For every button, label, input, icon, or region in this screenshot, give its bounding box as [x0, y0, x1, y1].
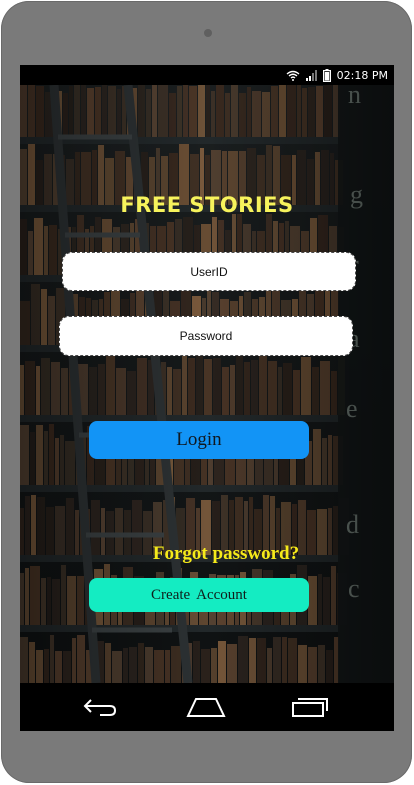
- userid-field[interactable]: UserID: [62, 252, 356, 291]
- back-icon[interactable]: [78, 693, 122, 721]
- signal-icon: [305, 69, 317, 81]
- password-field[interactable]: Password: [59, 316, 353, 356]
- forgot-password-link[interactable]: Forgot password?: [20, 543, 394, 565]
- wifi-icon: [286, 70, 300, 81]
- navigation-bar: [20, 683, 394, 731]
- device-frame: 02:18 PM FREE STORIES UserID Password Lo…: [1, 1, 412, 783]
- status-bar: 02:18 PM: [20, 65, 394, 85]
- status-time: 02:18 PM: [336, 68, 388, 82]
- front-camera: [204, 29, 212, 37]
- recents-icon[interactable]: [288, 693, 332, 721]
- home-icon[interactable]: [184, 693, 228, 721]
- login-button[interactable]: Login: [89, 421, 309, 459]
- create-account-button[interactable]: Create Account: [89, 578, 309, 612]
- screen: 02:18 PM FREE STORIES UserID Password Lo…: [20, 65, 394, 731]
- login-screen: n g r a e d c: [20, 85, 394, 683]
- battery-icon: [322, 68, 331, 82]
- app-title: FREE STORIES: [120, 193, 294, 217]
